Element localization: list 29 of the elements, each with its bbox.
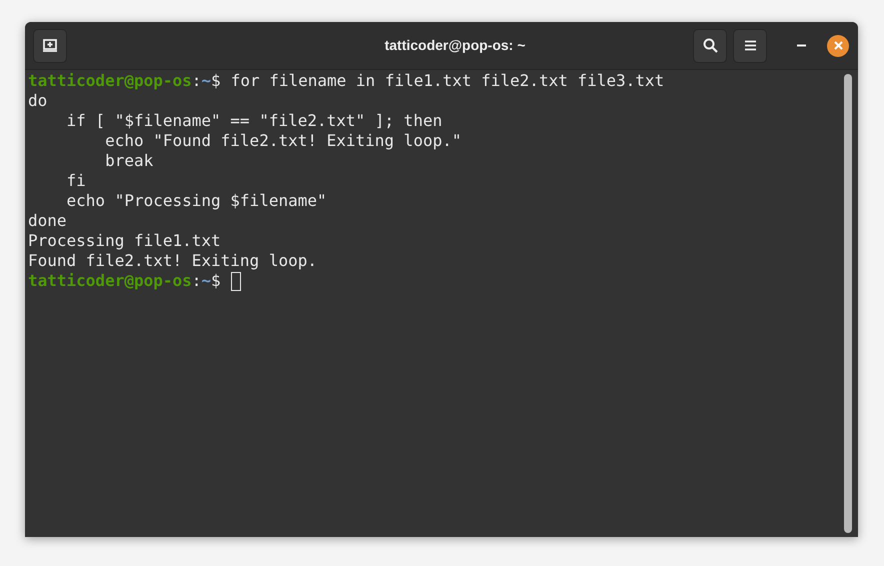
prompt-path: ~ (201, 71, 212, 91)
output-line: echo "Processing $filename" (66, 191, 327, 211)
output-line: Processing file1.txt (28, 231, 221, 251)
window-title: tatticoder@pop-os: ~ (384, 36, 526, 55)
close-icon (834, 41, 842, 50)
scrollbar-thumb[interactable] (844, 74, 852, 533)
prompt-symbol: $ (211, 271, 221, 291)
prompt-separator: : (192, 71, 202, 91)
prompt-user-host: tatticoder@pop-os (28, 271, 192, 291)
minimize-icon (796, 44, 806, 47)
command-text: for filename in file1.txt file2.txt file3.txt (230, 71, 664, 91)
output-line: if [ "$filename" == "file2.txt" ]; then (66, 111, 442, 131)
output-line: echo "Found file2.txt! Exiting loop." (104, 131, 462, 151)
close-button[interactable] (827, 34, 849, 56)
prompt-symbol: $ (211, 71, 221, 91)
prompt-path: ~ (201, 271, 212, 291)
output-line: done (28, 211, 67, 231)
search-button[interactable] (693, 28, 727, 62)
output-line: do (28, 91, 48, 111)
new-tab-icon (43, 39, 57, 52)
menu-button[interactable] (733, 28, 767, 62)
new-tab-button[interactable] (33, 28, 67, 62)
output-line: fi (66, 171, 86, 191)
output-line: Found file2.txt! Exiting loop. (28, 251, 317, 271)
prompt-user-host: tatticoder@pop-os (28, 71, 192, 91)
search-icon (702, 38, 718, 53)
output-line: break (104, 151, 154, 171)
prompt-separator: : (192, 271, 202, 291)
menu-icon (744, 40, 756, 51)
